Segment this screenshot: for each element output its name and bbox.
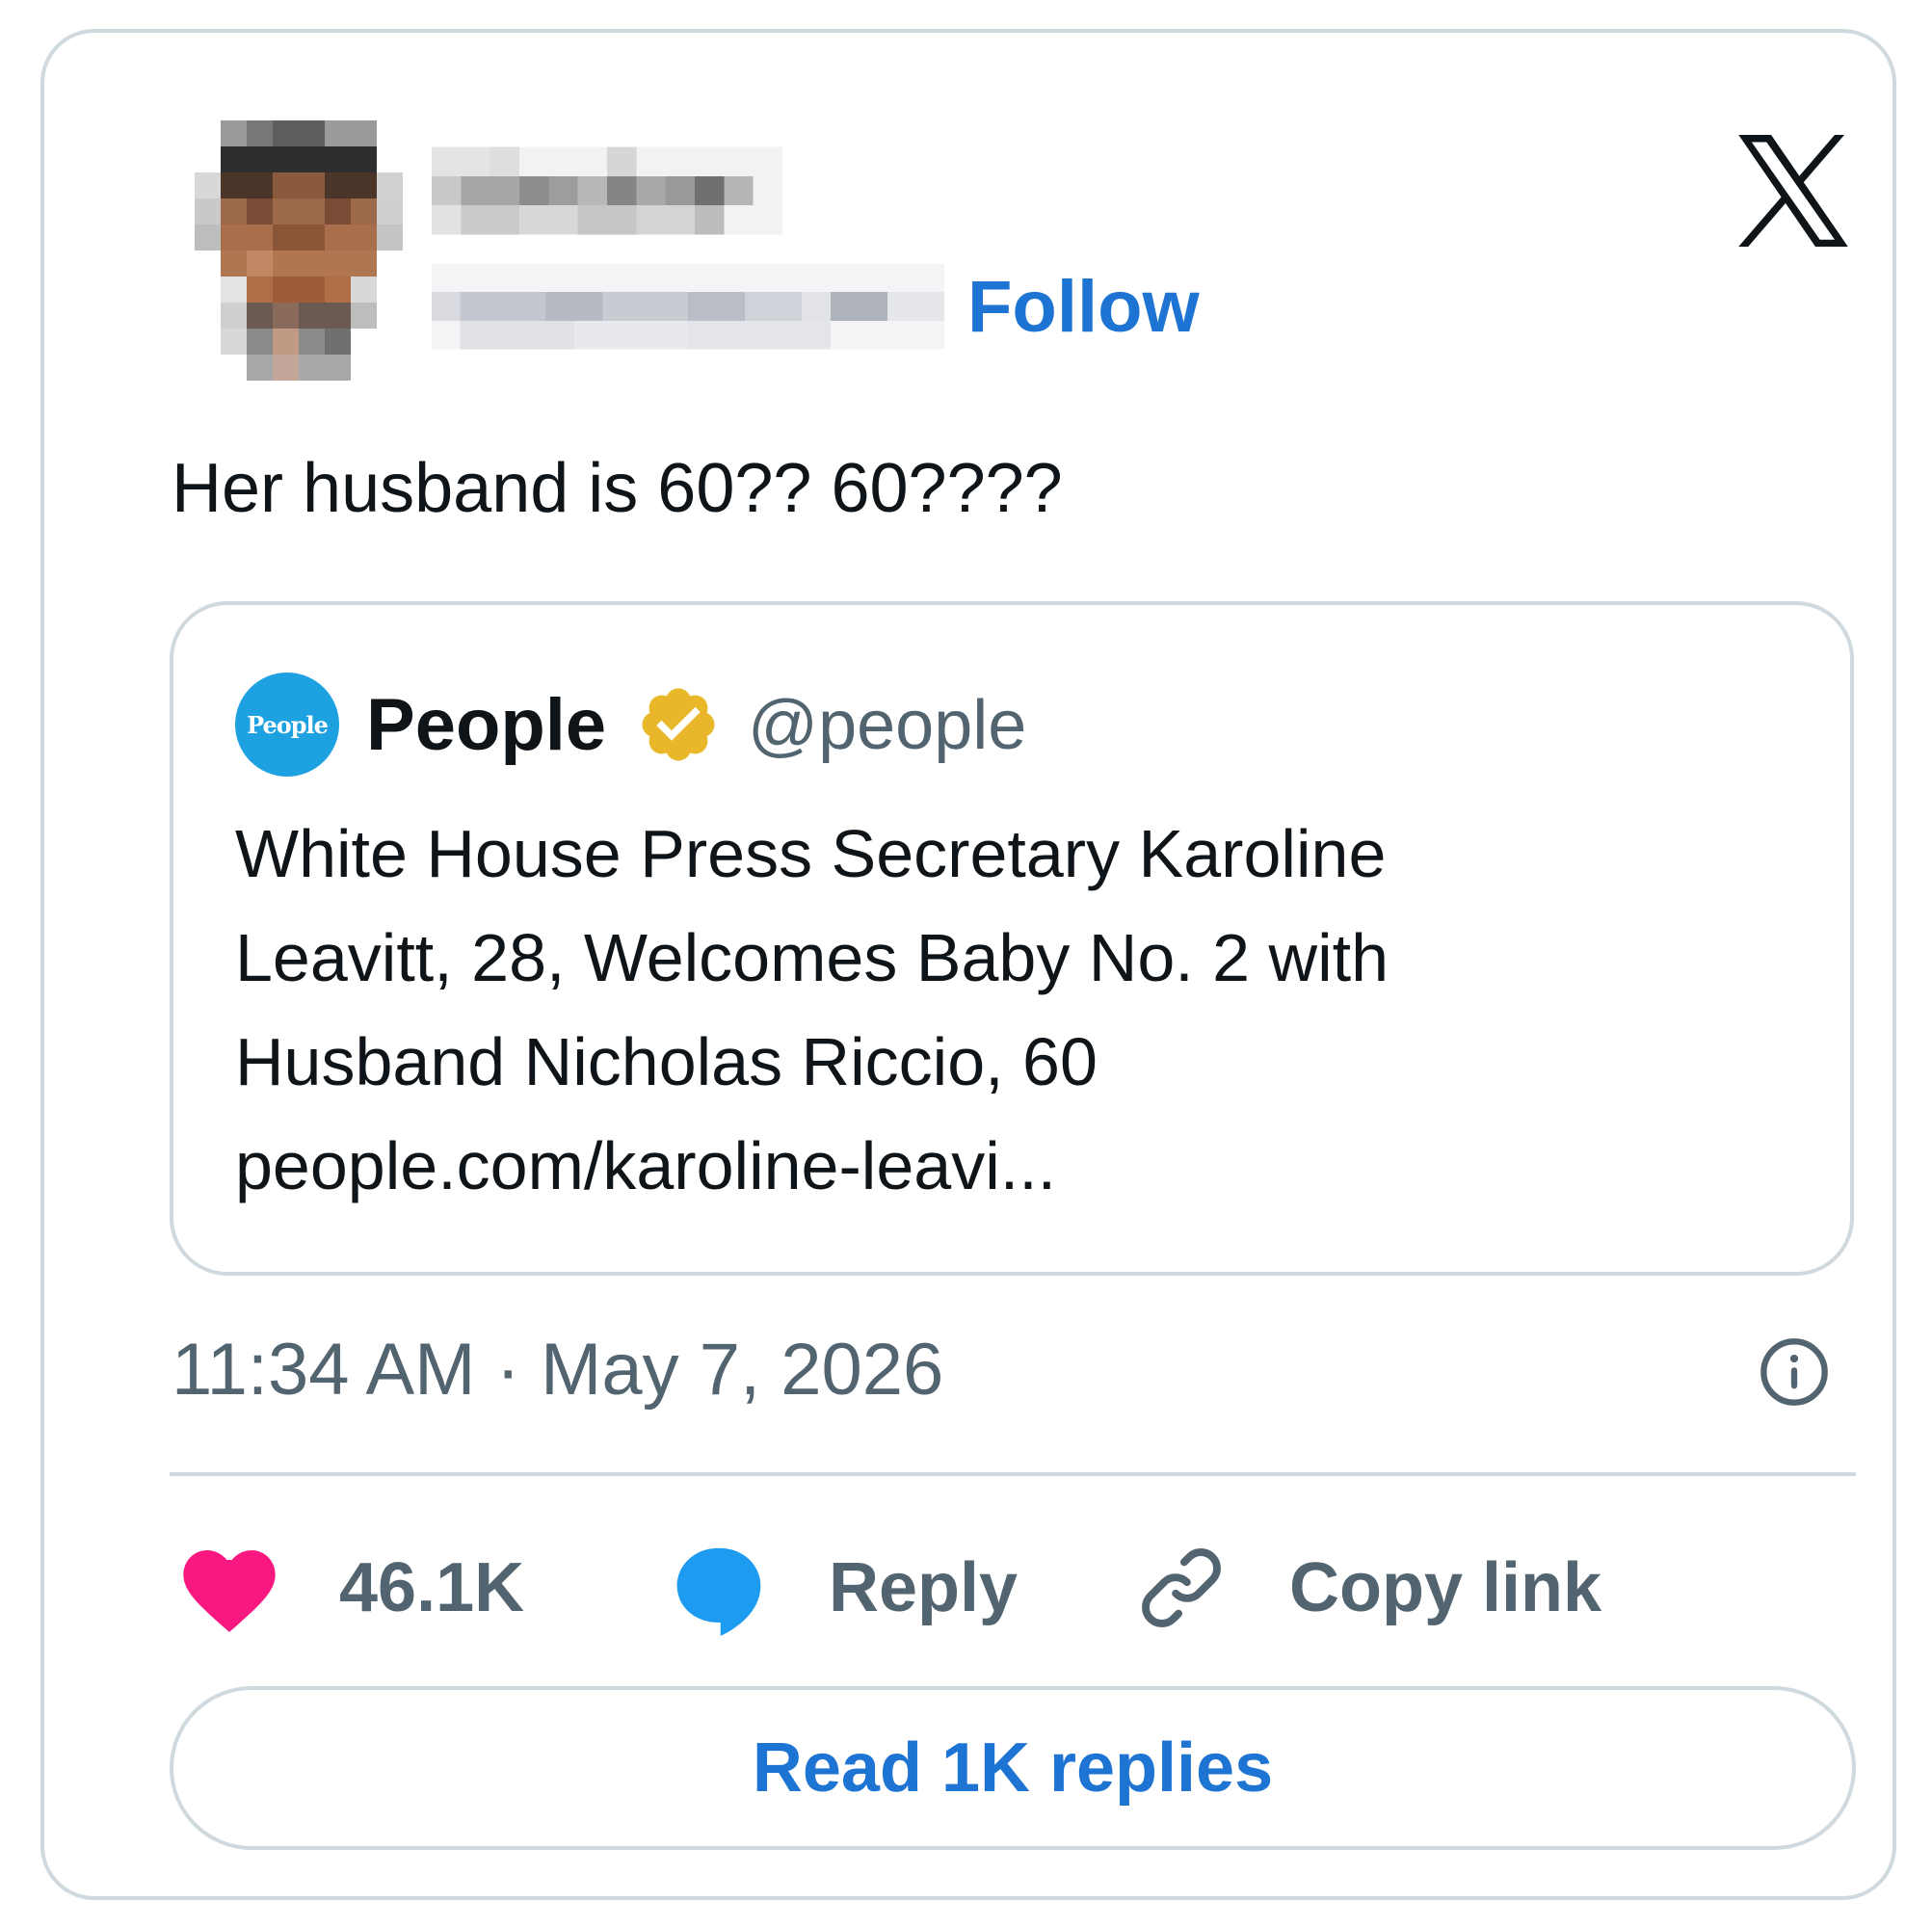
reply-label: Reply (829, 1549, 1019, 1626)
pixelated-avatar-icon[interactable] (195, 119, 403, 382)
quoted-tweet-text: White House Press Secretary Karoline Lea… (235, 802, 1796, 1218)
pixelated-handle[interactable] (432, 262, 944, 351)
tweet-text: Her husband is 60?? 60???? (172, 450, 1063, 527)
quoted-text-line: Husband Nicholas Riccio, 60 (235, 1024, 1098, 1099)
copy-link-button[interactable]: Copy link (1133, 1532, 1601, 1644)
copy-link-label: Copy link (1289, 1549, 1602, 1626)
speech-bubble-icon (676, 1547, 761, 1636)
tweet-timestamp[interactable]: 11:34 AM · May 7, 2026 (172, 1324, 943, 1416)
pixelated-display-name[interactable] (432, 146, 782, 235)
like-button[interactable]: 46.1K (179, 1532, 524, 1644)
x-logo-icon[interactable] (1733, 135, 1854, 247)
like-count: 46.1K (339, 1549, 525, 1626)
quoted-text-line: Leavitt, 28, Welcomes Baby No. 2 with (235, 920, 1389, 995)
read-replies-button[interactable]: Read 1K replies (170, 1686, 1856, 1850)
quoted-author-handle[interactable]: @people (748, 682, 1026, 769)
follow-button[interactable]: Follow (967, 264, 1200, 351)
people-avatar[interactable]: People (235, 673, 339, 777)
reply-button[interactable]: Reply (669, 1532, 1018, 1644)
divider (170, 1472, 1856, 1476)
info-icon[interactable] (1758, 1335, 1831, 1409)
embedded-tweet-card: Follow Her husband is 60?? 60???? People… (40, 29, 1896, 1900)
heart-icon (183, 1550, 276, 1632)
verified-badge-icon (642, 688, 715, 761)
quoted-tweet[interactable]: People People @people White House Press … (170, 601, 1854, 1276)
link-icon (1142, 1548, 1221, 1627)
quoted-author-name[interactable]: People (366, 682, 606, 769)
quoted-link[interactable]: people.com/karoline-leavi... (235, 1114, 1796, 1218)
quoted-text-line: White House Press Secretary Karoline (235, 816, 1387, 891)
